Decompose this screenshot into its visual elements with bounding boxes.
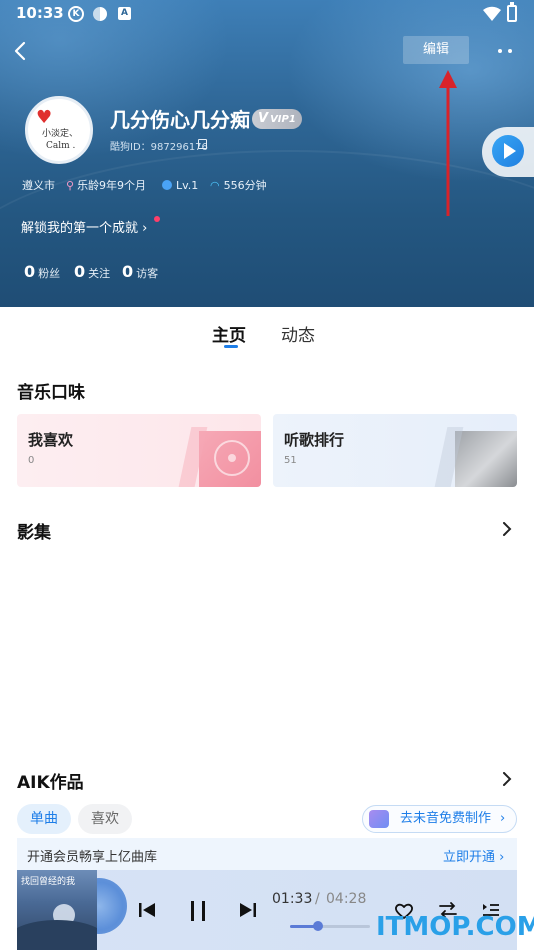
pause-icon[interactable] <box>189 900 207 922</box>
album-cover-title: 找回曾经的我 <box>21 877 76 887</box>
headphones-icon: ◠ <box>210 179 220 192</box>
card-title: 听歌排行 <box>284 431 345 449</box>
card-title: 我喜欢 <box>28 431 74 449</box>
info-listen-time: ◠ 556分钟 <box>210 178 267 194</box>
info-level[interactable]: Lv.1 <box>162 178 198 194</box>
hill-graphic <box>17 920 97 950</box>
stat-following-label: 关注 <box>88 267 111 280</box>
pinwheel-icon <box>92 6 108 22</box>
stat-following-value: 0 <box>74 262 86 281</box>
red-annotation-arrow <box>439 70 457 216</box>
level-icon <box>162 180 172 190</box>
copy-icon[interactable] <box>198 139 207 149</box>
avatar-text-line2: Calm . <box>46 141 76 151</box>
tab-home[interactable]: 主页 <box>212 321 246 346</box>
profile-header: 10:33 K A 编辑 ♥ 小淡定、 Calm . 几分伤心几分痴 V VIP1… <box>0 0 534 307</box>
achievement-link[interactable]: 解锁我的第一个成就 › <box>21 217 147 236</box>
progress-knob[interactable] <box>313 921 323 931</box>
disc-icon <box>214 440 250 476</box>
liked-songs-card[interactable]: 我喜欢 0 <box>17 414 261 487</box>
profile-tabs: 主页 动态 <box>0 307 534 357</box>
stat-fans-value: 0 <box>24 262 36 281</box>
wifi-icon <box>483 6 501 22</box>
next-track-icon[interactable] <box>239 902 257 918</box>
album-cover[interactable]: 找回曾经的我 <box>17 870 97 950</box>
info-city: 遵义市 <box>22 179 55 192</box>
avatar-text-line1: 小淡定、 <box>42 129 79 139</box>
floating-player-button[interactable] <box>482 127 534 177</box>
more-options-icon[interactable] <box>494 42 518 60</box>
card-count: 0 <box>28 455 35 466</box>
ai-music-icon <box>369 810 389 828</box>
chevron-right-icon[interactable] <box>500 522 514 536</box>
chevron-right-icon: › <box>142 221 148 236</box>
current-time: 01:33 <box>272 891 313 907</box>
level-text: Lv.1 <box>176 179 199 192</box>
free-make-button[interactable]: 去未音免费制作 › <box>362 805 517 833</box>
back-arrow-icon[interactable] <box>10 40 32 62</box>
stat-visitors-value: 0 <box>122 262 134 281</box>
progress-slider[interactable] <box>290 921 370 931</box>
stat-visitors-label: 访客 <box>136 267 159 280</box>
notification-dot <box>154 216 160 222</box>
card-count: 51 <box>284 455 297 466</box>
listening-rank-card[interactable]: 听歌排行 51 <box>273 414 517 487</box>
photo-album-title: 影集 <box>17 523 51 543</box>
k-app-icon: K <box>68 6 84 22</box>
user-avatar[interactable]: ♥ 小淡定、 Calm . <box>25 96 93 164</box>
play-icon <box>492 135 524 167</box>
chevron-right-icon: › <box>500 811 506 826</box>
info-music-age: ⚲ 乐龄9年9个月 <box>66 178 146 194</box>
listen-time-text: 556分钟 <box>223 179 267 192</box>
kugou-id: 酷狗ID：987296176 <box>110 142 208 153</box>
make-button-label: 去未音免费制作 <box>400 811 492 826</box>
music-age-text: 乐龄9年9个月 <box>77 179 147 192</box>
stat-visitors[interactable]: 0 访客 <box>122 262 158 281</box>
chip-like[interactable]: 喜欢 <box>78 804 132 834</box>
tab-feed[interactable]: 动态 <box>281 321 315 346</box>
heart-drawing-icon: ♥ <box>36 107 53 128</box>
user-nickname: 几分伤心几分痴 <box>110 108 250 132</box>
female-gender-icon: ⚲ <box>66 179 75 192</box>
vip-promo-text: 开通会员畅享上亿曲库 <box>27 850 158 865</box>
chevron-right-icon[interactable] <box>500 772 514 786</box>
vip-badge[interactable]: V VIP1 <box>252 109 302 129</box>
aik-works-title: AIK作品 <box>17 773 84 793</box>
chip-single[interactable]: 单曲 <box>17 804 71 834</box>
total-time: 04:28 <box>326 891 367 907</box>
achievement-text: 解锁我的第一个成就 <box>21 221 139 236</box>
status-bar: 10:33 K A <box>0 0 534 28</box>
edit-profile-button[interactable]: 编辑 <box>403 36 469 64</box>
battery-icon <box>507 2 517 22</box>
stat-fans[interactable]: 0 粉丝 <box>24 262 60 281</box>
vip-open-link[interactable]: 立即开通 › <box>443 846 504 865</box>
vip-level-label: VIP1 <box>270 114 296 125</box>
stat-following[interactable]: 0 关注 <box>74 262 110 281</box>
rank-cover-image <box>455 431 517 487</box>
music-taste-title: 音乐口味 <box>17 383 85 403</box>
site-watermark: ITMOP.COM <box>376 912 534 942</box>
status-time: 10:33 <box>16 4 64 22</box>
vip-promo-banner[interactable]: 开通会员畅享上亿曲库 立即开通 › <box>17 838 517 870</box>
a-app-icon: A <box>118 7 131 20</box>
previous-track-icon[interactable] <box>138 902 156 918</box>
active-tab-indicator <box>224 345 238 348</box>
time-separator: / <box>315 891 320 907</box>
stat-fans-label: 粉丝 <box>38 267 61 280</box>
vip-v-mark: V <box>258 111 269 126</box>
